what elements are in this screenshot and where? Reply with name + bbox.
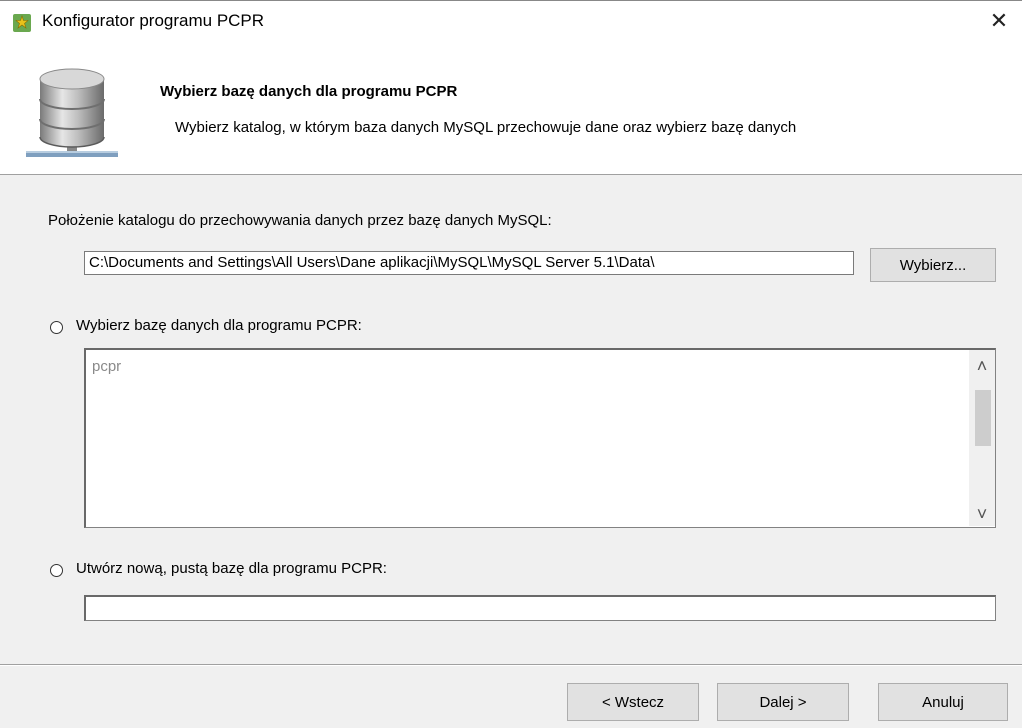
- dialog-window: Konfigurator programu PCPR ✕ Wybierz baz…: [0, 0, 1022, 728]
- data-path-field[interactable]: C:\Documents and Settings\All Users\Dane…: [84, 251, 854, 275]
- chevron-up-icon: ˄: [976, 355, 988, 376]
- new-db-label[interactable]: Utwórz nową, pustą bazę dla programu PCP…: [76, 560, 387, 577]
- title-bar: Konfigurator programu PCPR ✕: [0, 1, 1022, 41]
- cancel-button[interactable]: Anuluj: [878, 683, 1008, 721]
- page-title: Wybierz bazę danych dla programu PCPR: [160, 83, 458, 100]
- select-db-radio[interactable]: [50, 321, 63, 334]
- data-location-label: Położenie katalogu do przechowywania dan…: [48, 212, 552, 229]
- back-button[interactable]: < Wstecz: [567, 683, 699, 721]
- next-button[interactable]: Dalej >: [717, 683, 849, 721]
- list-item[interactable]: pcpr: [92, 358, 121, 375]
- close-button[interactable]: ✕: [976, 1, 1022, 41]
- browse-button[interactable]: Wybierz...: [870, 248, 996, 282]
- new-db-radio[interactable]: [50, 564, 63, 577]
- wizard-header: Wybierz bazę danych dla programu PCPR Wy…: [0, 41, 1022, 175]
- database-listbox[interactable]: pcpr ˄ ˅: [84, 348, 996, 528]
- new-db-name-field[interactable]: [84, 595, 996, 621]
- scroll-down-button[interactable]: ˅: [969, 502, 995, 526]
- app-icon: [13, 14, 31, 32]
- select-db-label[interactable]: Wybierz bazę danych dla programu PCPR:: [76, 317, 362, 334]
- chevron-down-icon: ˅: [976, 503, 988, 524]
- scroll-up-button[interactable]: ˄: [969, 354, 995, 378]
- database-icon: [26, 68, 118, 157]
- listbox-scrollbar[interactable]: ˄ ˅: [969, 350, 995, 526]
- close-icon: ✕: [989, 8, 1009, 33]
- page-subtitle: Wybierz katalog, w którym baza danych My…: [175, 119, 797, 136]
- footer-divider-highlight: [0, 665, 1022, 666]
- scroll-thumb[interactable]: [975, 390, 991, 446]
- window-title: Konfigurator programu PCPR: [42, 11, 265, 30]
